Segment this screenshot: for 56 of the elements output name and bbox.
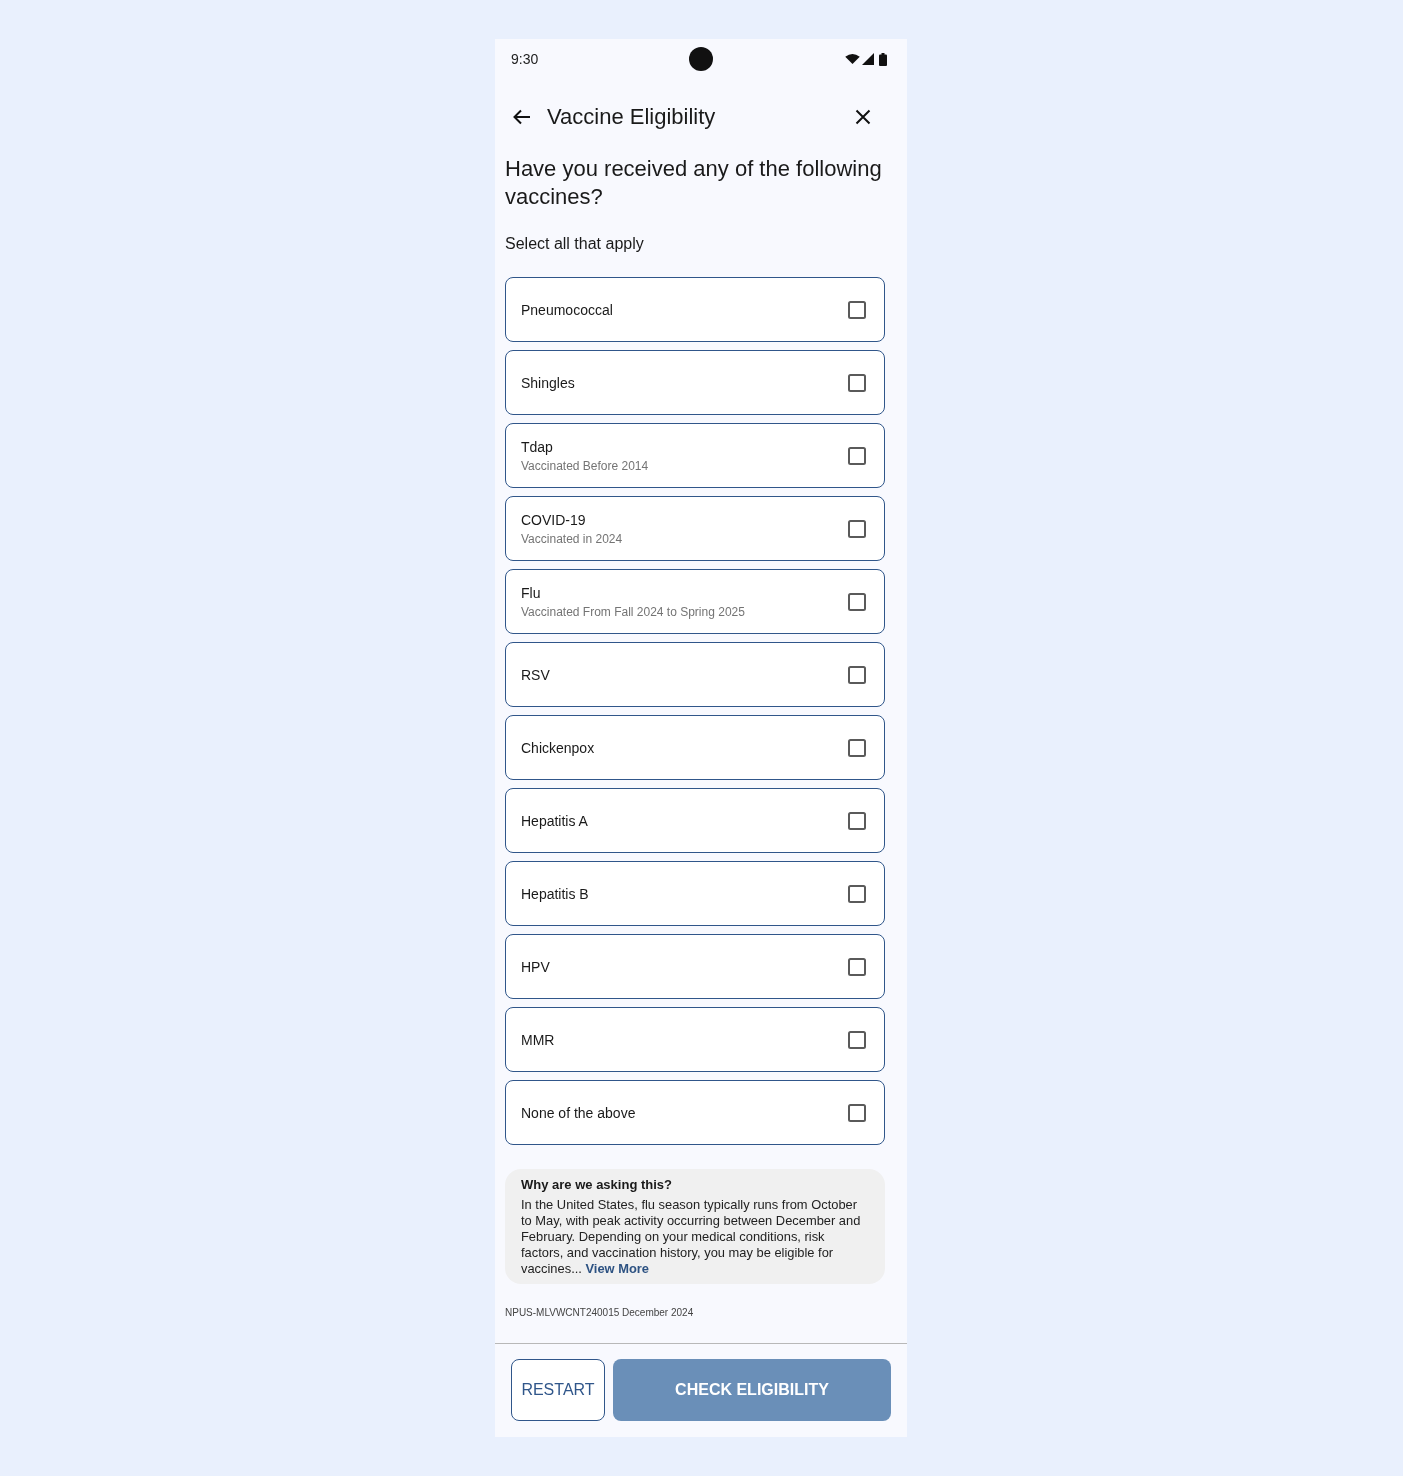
checkbox[interactable]: [848, 738, 866, 757]
vaccine-option-card[interactable]: Hepatitis B: [505, 861, 885, 926]
vaccine-option-card[interactable]: RSV: [505, 642, 885, 707]
view-more-link[interactable]: View More: [585, 1261, 649, 1276]
camera-cutout-icon: [689, 47, 713, 71]
option-label: Flu: [521, 583, 542, 602]
option-label: Shingles: [521, 373, 575, 392]
vaccine-option-card[interactable]: Pneumococcal: [505, 277, 885, 342]
vaccine-option-card[interactable]: None of the above: [505, 1080, 885, 1145]
info-title: Why are we asking this?: [521, 1177, 673, 1193]
checkbox[interactable]: [848, 1030, 866, 1049]
screen-title: Vaccine Eligibility: [547, 104, 716, 130]
instruction-text: Select all that apply: [505, 234, 645, 254]
vaccine-option-card[interactable]: Chickenpox: [505, 715, 885, 780]
back-button[interactable]: [513, 109, 531, 125]
close-icon: [855, 109, 871, 125]
option-label: Tdap: [521, 437, 554, 456]
option-label: Hepatitis A: [521, 811, 588, 830]
close-button[interactable]: [855, 109, 871, 125]
option-label: Chickenpox: [521, 738, 595, 757]
option-note: Vaccinated From Fall 2024 to Spring 2025: [521, 603, 745, 620]
battery-icon: [879, 52, 887, 66]
option-note: Vaccinated in 2024: [521, 530, 623, 547]
checkbox[interactable]: [848, 811, 866, 830]
option-label: Pneumococcal: [521, 300, 613, 319]
signal-icon: [862, 53, 874, 65]
back-arrow-icon: [513, 109, 531, 125]
vaccine-option-card[interactable]: Tdap Vaccinated Before 2014: [505, 423, 885, 488]
status-time: 9:30: [511, 51, 539, 67]
vaccine-option-card[interactable]: MMR: [505, 1007, 885, 1072]
checkbox[interactable]: [848, 884, 866, 903]
option-label: MMR: [521, 1030, 555, 1049]
checkbox[interactable]: [848, 665, 866, 684]
vaccine-option-card[interactable]: COVID-19 Vaccinated in 2024: [505, 496, 885, 561]
checkbox[interactable]: [848, 519, 866, 538]
restart-button[interactable]: RESTART: [511, 1359, 605, 1421]
option-label: Hepatitis B: [521, 884, 589, 903]
checkbox[interactable]: [848, 592, 866, 611]
info-text: In the United States, flu season typically runs from October to May, with peak activity occurring between December and February. Depending on your medical conditions, risk factors, and vaccination history, you may be eligible for vaccines... View More: [521, 1197, 862, 1277]
checkbox[interactable]: [848, 373, 866, 392]
option-label: COVID-19: [521, 510, 587, 529]
checkbox[interactable]: [848, 300, 866, 319]
document-code: NPUS-MLVWCNT240015 December 2024: [505, 1307, 695, 1319]
vaccine-option-card[interactable]: Hepatitis A: [505, 788, 885, 853]
checkbox[interactable]: [848, 1103, 866, 1122]
option-label: HPV: [521, 957, 550, 976]
vaccine-option-card[interactable]: HPV: [505, 934, 885, 999]
question-heading: Have you received any of the following vaccines?: [505, 155, 883, 211]
option-label: RSV: [521, 665, 550, 684]
checkbox[interactable]: [848, 957, 866, 976]
vaccine-option-card[interactable]: Shingles: [505, 350, 885, 415]
checkbox[interactable]: [848, 446, 866, 465]
wifi-icon: [845, 54, 860, 64]
vaccine-option-card[interactable]: Flu Vaccinated From Fall 2024 to Spring 2025: [505, 569, 885, 634]
option-note: Vaccinated Before 2014: [521, 457, 649, 474]
option-label: None of the above: [521, 1103, 636, 1122]
